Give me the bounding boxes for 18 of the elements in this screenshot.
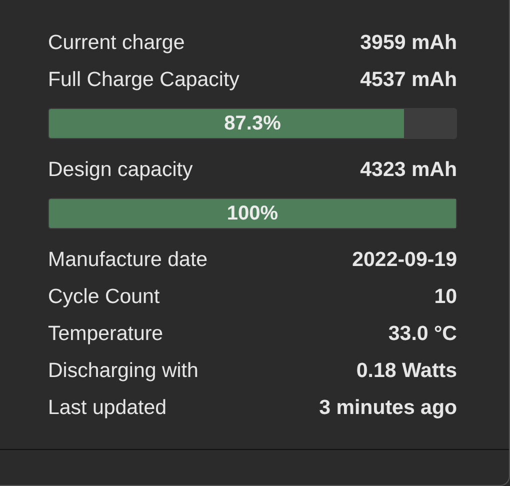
info-label: Manufacture date xyxy=(48,248,208,272)
info-value: 0.18 Watts xyxy=(356,358,457,382)
info-label: Current charge xyxy=(48,30,185,54)
info-label: Cycle Count xyxy=(48,284,160,308)
info-value: 3 minutes ago xyxy=(319,396,457,420)
info-value: 3959 mAh xyxy=(360,30,457,54)
capacity-percent: 100% xyxy=(226,202,278,225)
info-label: Full Charge Capacity xyxy=(48,68,240,92)
info-label: Last updated xyxy=(48,396,167,420)
info-label: Discharging with xyxy=(48,358,198,382)
info-value: 4537 mAh xyxy=(360,68,457,92)
info-label: Design capacity xyxy=(48,158,193,182)
info-label: Temperature xyxy=(48,322,164,346)
info-value: 10 xyxy=(434,284,457,308)
capacity-percent: 87.3% xyxy=(224,112,281,135)
info-value: 33.0 °C xyxy=(388,322,457,346)
info-value: 2022-09-19 xyxy=(352,248,457,272)
info-value: 4323 mAh xyxy=(360,158,457,182)
